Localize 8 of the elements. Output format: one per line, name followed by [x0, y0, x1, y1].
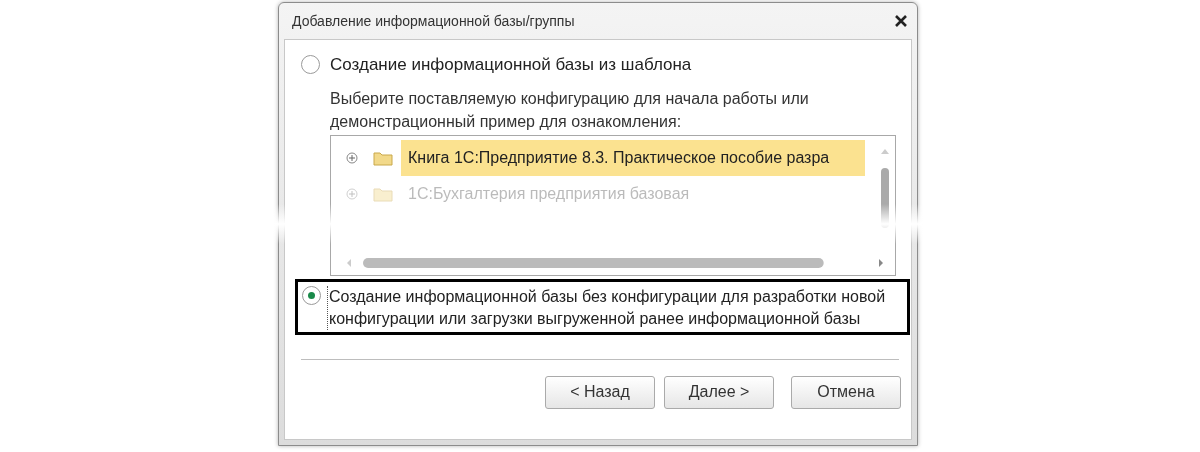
- radio-label[interactable]: Создание информационной базы без конфигурации для разработки новой конфигурации или загрузки выгруженной ранее информационной базы: [327, 285, 893, 330]
- dialog-button[interactable]: Далее >: [664, 375, 774, 409]
- dialog-button[interactable]: Отмена: [791, 375, 901, 409]
- tree-item[interactable]: Книга 1С:Предприятие 8.3. Практическое пособие разра: [401, 139, 865, 176]
- instruction-text: Выберите поставляемую конфигурацию для начала работы или демонстрационный пример для ознакомления:: [330, 88, 810, 132]
- radio-label[interactable]: Создание информационной базы из шаблона: [330, 52, 692, 78]
- window-title: Добавление информационной базы/группы: [292, 11, 575, 31]
- dialog-button[interactable]: < Назад: [545, 375, 655, 409]
